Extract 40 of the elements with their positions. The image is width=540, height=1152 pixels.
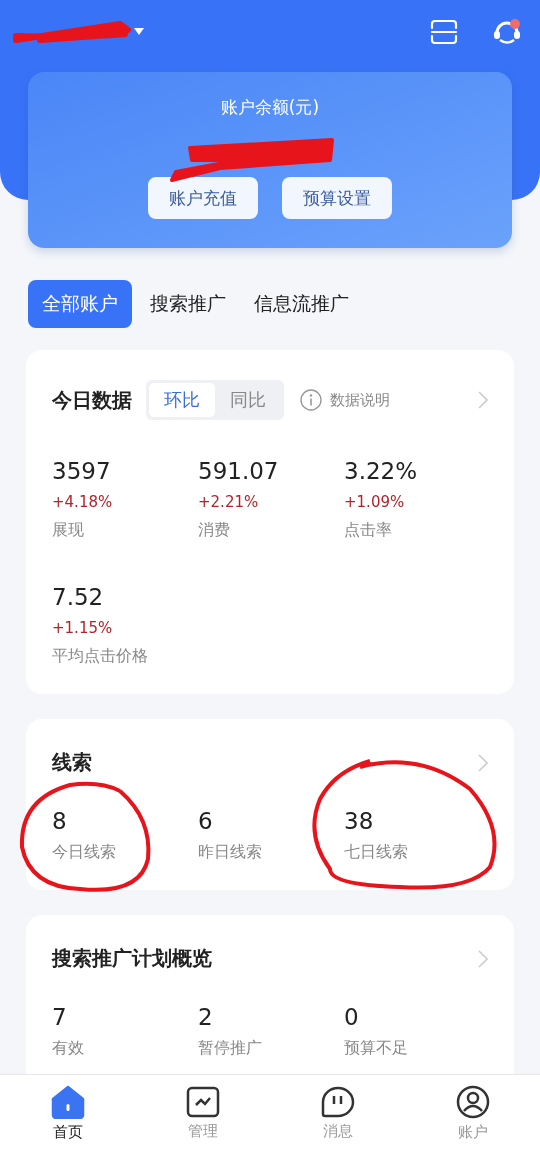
stat-value: 38 [344,807,375,836]
action-button[interactable]: 账户充值 [148,177,258,219]
stat-label: 预算不足 [344,1037,409,1059]
account-tab[interactable]: 信息流推广 [244,280,359,328]
metric-label: 展现 [52,519,85,541]
compare-tab[interactable]: 环比 [149,383,215,417]
stat-value: 0 [344,1003,360,1032]
metric-label: 消费 [198,519,231,541]
card-title: 线索 [52,749,92,776]
nav-item[interactable]: 账户 [432,1085,513,1142]
metric-change: +2.21% [198,492,260,513]
stat-value: 7 [52,1003,68,1032]
metric-value: 3597 [52,457,112,486]
nav-item[interactable]: 管理 [162,1086,243,1141]
balance-label: 账户余额(元) [220,96,320,119]
metric-label: 点击率 [344,519,393,541]
stat-label: 昨日线索 [198,841,263,863]
stat-label: 七日线索 [344,841,409,863]
metric-value: 591.07 [198,457,280,486]
stat-label: 有效 [52,1037,85,1059]
stat-label: 暂停推广 [198,1037,263,1059]
metric-change: +1.09% [344,492,406,513]
account-tab[interactable]: 搜索推广 [140,280,236,328]
stat-label: 今日线索 [52,841,117,863]
nav-item[interactable]: 消息 [297,1086,378,1141]
metric-value: 7.52 [52,583,105,612]
nav-item[interactable]: 首页 [27,1085,108,1142]
card-title: 今日数据 [52,386,132,414]
metric-value: 3.22% [344,457,419,486]
account-tab[interactable]: 全部账户 [28,280,132,328]
stat-value: 6 [198,807,214,836]
info-link[interactable]: 数据说明 [330,390,390,410]
stat-value: 8 [52,807,68,836]
stat-value: 2 [198,1003,214,1032]
metric-change: +4.18% [52,492,114,513]
metric-change: +1.15% [52,618,114,639]
metric-label: 平均点击价格 [52,645,149,667]
compare-tab[interactable]: 同比 [215,383,281,417]
card-title: 搜索推广计划概览 [52,945,212,972]
action-button[interactable]: 预算设置 [282,177,392,219]
